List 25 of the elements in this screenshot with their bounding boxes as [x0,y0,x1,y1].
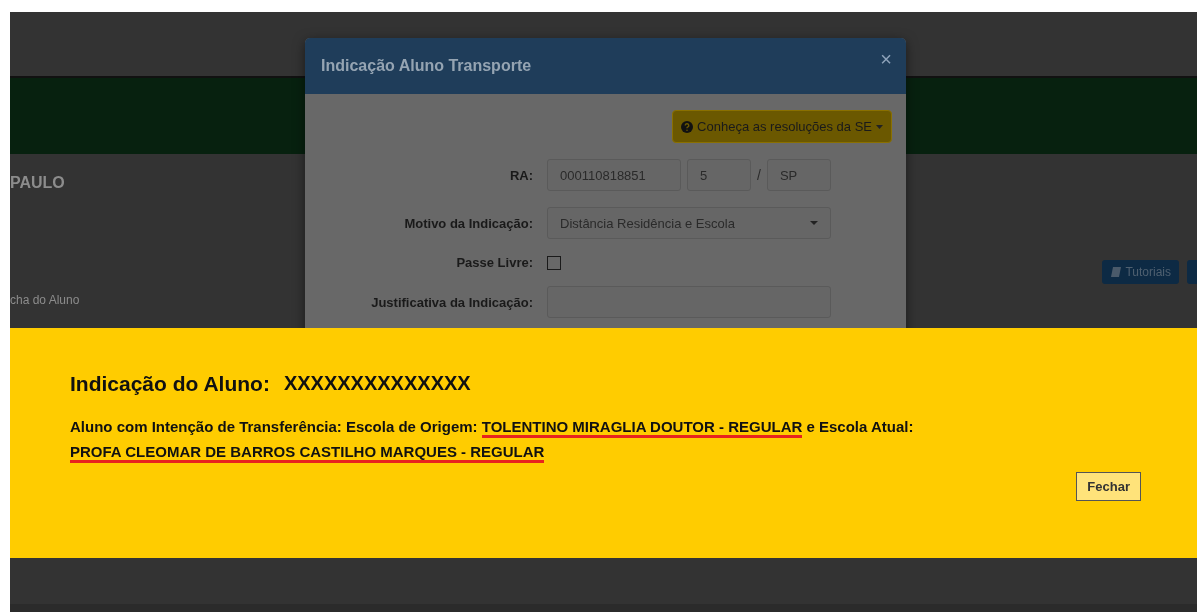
transfer-message: Aluno com Intenção de Transferência: Escola de Origem: TOLENTINO MIRAGLIA DOUTOR - REGULAR e Escola Atual: PROFA CLEOMAR DE BARROS CASTILHO MARQUES - REGULAR [70,414,950,464]
help-icon [681,120,694,133]
ra-label: RA: [508,167,533,183]
modal-title: Indicação Aluno Transporte [321,57,532,75]
alert-title: Indicação do Aluno: [70,372,270,396]
ra-digit-field[interactable]: 5 [687,159,751,191]
free-pass-label: Passe Livre: [455,255,533,270]
separator-text: / [757,167,761,183]
tutorials-button[interactable]: Tutoriais [1102,260,1179,284]
justification-label: Justificativa da Indicação: [370,294,533,310]
close-button[interactable]: Fechar [1076,472,1141,501]
book-icon [1110,266,1123,278]
breadcrumb-text: cha do Aluno [10,293,80,307]
ra-state-field[interactable]: SP [766,159,831,191]
resolutions-dropdown-button[interactable]: Conheça as resoluções da SE [672,110,892,143]
student-name: XXXXXXXXXXXXXX [283,372,471,396]
free-pass-checkbox[interactable] [547,255,561,270]
reason-label: Motivo da Indicação: [403,215,533,231]
ra-number-field[interactable]: 000110818851 [547,159,681,191]
reason-select[interactable]: Distância Residência e Escola [547,207,831,239]
page-heading: PAULO [10,174,65,192]
caret-icon [810,221,818,225]
caret-icon [876,124,883,129]
toolbar-button[interactable] [1187,260,1197,284]
close-button[interactable]: × [880,47,892,71]
